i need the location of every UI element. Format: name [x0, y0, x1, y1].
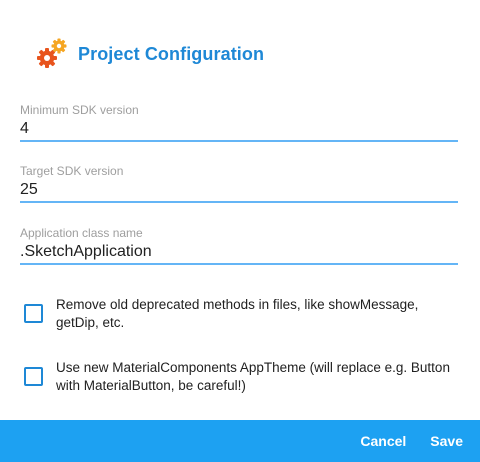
target-sdk-label: Target SDK version [20, 164, 124, 178]
min-sdk-field: Minimum SDK version [20, 102, 458, 142]
save-button[interactable]: Save [422, 433, 471, 449]
material-theme-label: Use new MaterialComponents AppTheme (wil… [56, 360, 450, 393]
material-theme-checkbox[interactable] [24, 367, 43, 386]
remove-deprecated-checkbox[interactable] [24, 304, 43, 323]
project-configuration-dialog: Project Configuration Minimum SDK versio… [0, 0, 480, 462]
cancel-button[interactable]: Cancel [352, 433, 414, 449]
material-theme-option[interactable]: Use new MaterialComponents AppTheme (wil… [24, 359, 464, 395]
app-class-field: Application class name [20, 225, 458, 265]
remove-deprecated-label: Remove old deprecated methods in files, … [56, 297, 419, 330]
min-sdk-input[interactable] [20, 118, 458, 142]
dialog-header: Project Configuration [36, 34, 264, 74]
app-class-label: Application class name [20, 226, 143, 240]
dialog-action-bar: Cancel Save [0, 420, 480, 462]
target-sdk-field: Target SDK version [20, 163, 458, 203]
app-class-input[interactable] [20, 241, 458, 265]
target-sdk-input[interactable] [20, 179, 458, 203]
remove-deprecated-option[interactable]: Remove old deprecated methods in files, … [24, 296, 464, 332]
dialog-title: Project Configuration [78, 43, 265, 64]
min-sdk-label: Minimum SDK version [20, 103, 139, 117]
gears-icon [37, 38, 67, 68]
